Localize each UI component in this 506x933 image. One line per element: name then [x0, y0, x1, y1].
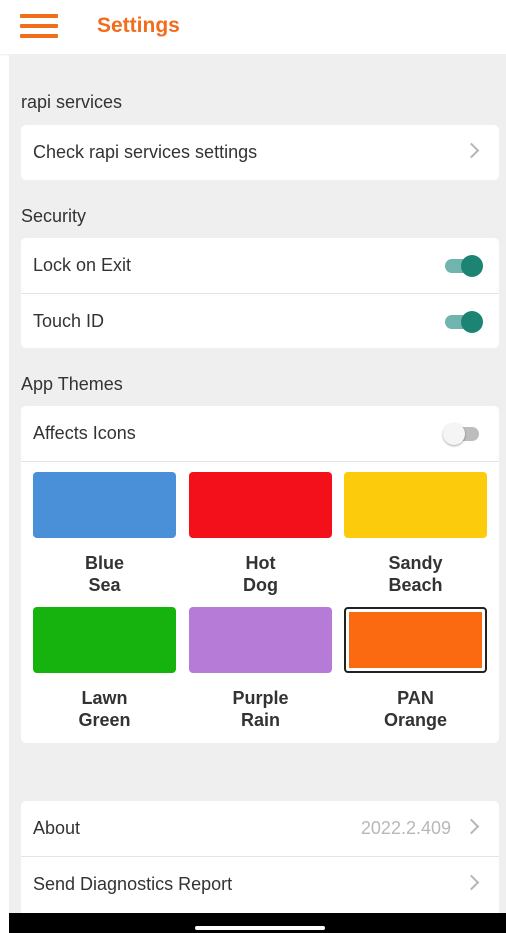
- theme-name-pan-orange: PAN Orange: [383, 688, 448, 730]
- chevron-right-icon: [463, 142, 480, 159]
- security-card: Lock on Exit Touch ID: [21, 238, 499, 348]
- hamburger-menu-icon[interactable]: [20, 14, 58, 38]
- info-card: About 2022.2.409 Send Diagnostics Report: [21, 801, 499, 913]
- theme-swatch-pan-orange[interactable]: [344, 607, 487, 673]
- theme-name-lawn-green: Lawn Green: [78, 688, 131, 730]
- section-label-app-themes: App Themes: [21, 374, 123, 394]
- chevron-right-icon: [463, 874, 480, 891]
- touch-id-label: Touch ID: [33, 311, 105, 331]
- theme-swatch-sandy-beach[interactable]: [344, 472, 487, 538]
- app-themes-card: Affects Icons Blue Sea Hot Dog Sandy Beach …: [21, 406, 499, 743]
- chevron-right-icon: [463, 818, 480, 835]
- theme-name-purple-rain: Purple Rain: [232, 688, 289, 730]
- app-version: 2022.2.409: [360, 818, 451, 838]
- section-label-security: Security: [21, 206, 87, 226]
- rapi-services-card: Check rapi services settings: [21, 125, 499, 180]
- about-label: About: [33, 818, 81, 838]
- affects-icons-toggle[interactable]: [443, 423, 483, 445]
- affects-icons-label: Affects Icons: [33, 423, 136, 443]
- theme-name-sandy-beach: Sandy Beach: [388, 553, 443, 595]
- touch-id-toggle[interactable]: [445, 311, 483, 333]
- touch-id-row: Touch ID: [21, 294, 499, 349]
- section-label-rapi-services: rapi services: [21, 92, 123, 112]
- send-diagnostics-row[interactable]: Send Diagnostics Report: [21, 857, 499, 912]
- theme-name-hot-dog: Hot Dog: [243, 553, 278, 595]
- theme-swatch-blue-sea[interactable]: [33, 472, 176, 538]
- send-diagnostics-label: Send Diagnostics Report: [33, 874, 233, 894]
- home-indicator[interactable]: [195, 926, 325, 930]
- theme-name-blue-sea: Blue Sea: [84, 553, 124, 595]
- page-title: Settings: [97, 14, 180, 37]
- check-rapi-services-label: Check rapi services settings: [33, 142, 258, 162]
- lock-on-exit-label: Lock on Exit: [33, 255, 132, 275]
- lock-on-exit-row: Lock on Exit: [21, 238, 499, 293]
- about-row[interactable]: About 2022.2.409: [21, 801, 499, 856]
- system-navigation-bar: [9, 913, 506, 933]
- theme-swatch-hot-dog[interactable]: [189, 472, 332, 538]
- app-header: Settings: [0, 0, 506, 54]
- affects-icons-row: Affects Icons: [21, 406, 499, 461]
- settings-content[interactable]: rapi services Check rapi services settin…: [9, 54, 506, 913]
- theme-swatch-purple-rain[interactable]: [189, 607, 332, 673]
- theme-swatch-lawn-green[interactable]: [33, 607, 176, 673]
- lock-on-exit-toggle[interactable]: [445, 255, 483, 277]
- check-rapi-services-row[interactable]: Check rapi services settings: [21, 125, 499, 180]
- divider: [21, 461, 499, 462]
